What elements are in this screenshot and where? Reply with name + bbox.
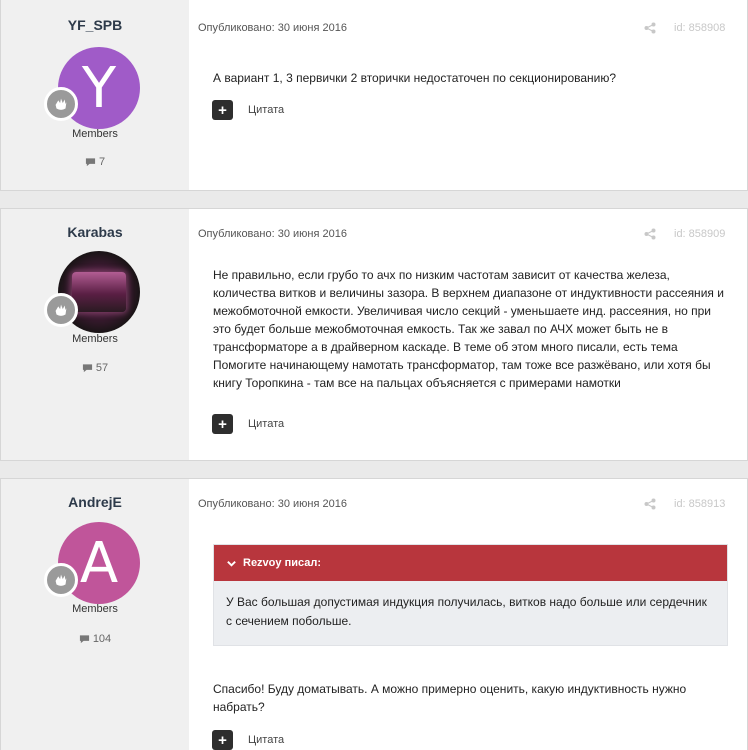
avatar-photo: [72, 272, 126, 312]
post-count: 104: [1, 633, 189, 645]
quote-button[interactable]: Цитата: [248, 418, 284, 430]
comment-icon: [82, 364, 92, 373]
post: Karabas Members 57 Опубликовано: 30 июня…: [0, 208, 748, 461]
post-count-value: 57: [95, 362, 109, 374]
author-name[interactable]: Karabas: [1, 224, 189, 240]
comment-icon: [85, 158, 96, 167]
post-count-value: 7: [98, 156, 106, 168]
quoted-author: Rezvoy писал:: [243, 557, 321, 569]
author-panel: AndrejE A Members 104: [1, 479, 189, 750]
author-name[interactable]: AndrejE: [1, 494, 189, 510]
avatar-letter: A: [79, 530, 119, 596]
comment-icon: [79, 635, 89, 644]
multiquote-button[interactable]: +: [212, 730, 233, 750]
author-panel: YF_SPB Y Members 7: [1, 0, 189, 190]
quote-button[interactable]: Цитата: [248, 104, 284, 116]
author-group: Members: [72, 128, 118, 140]
author-panel: Karabas Members 57: [1, 209, 189, 460]
rank-badge-icon: [44, 293, 78, 327]
author-group: Members: [72, 333, 118, 345]
avatar-letter: Y: [81, 55, 117, 121]
post-date[interactable]: Опубликовано: 30 июня 2016: [198, 228, 347, 240]
post-count: 57: [1, 362, 189, 374]
author-group: Members: [72, 603, 118, 615]
post-date[interactable]: Опубликовано: 30 июня 2016: [198, 498, 347, 510]
author-name[interactable]: YF_SPB: [1, 17, 189, 33]
chevron-down-icon: [227, 560, 236, 567]
hand-icon: [55, 304, 67, 316]
multiquote-button[interactable]: +: [212, 100, 233, 120]
rank-badge-icon: [44, 563, 78, 597]
post: YF_SPB Y Members 7 Опубликовано: 30 июня…: [0, 0, 748, 191]
post-count-value: 104: [92, 633, 112, 645]
hand-icon: [55, 574, 67, 586]
post-id[interactable]: id: 858909: [674, 228, 725, 240]
blockquote: Rezvoy писал: У Вас большая допустимая и…: [213, 544, 728, 646]
post: AndrejE A Members 104 Опубликовано: 30 и…: [0, 478, 748, 750]
blockquote-text: У Вас большая допустимая индукция получи…: [226, 595, 707, 628]
post-content: Спасибо! Буду доматывать. А можно пример…: [213, 682, 687, 714]
share-icon[interactable]: [644, 228, 656, 240]
hand-icon: [55, 98, 67, 110]
share-icon[interactable]: [644, 498, 656, 510]
multiquote-button[interactable]: +: [212, 414, 233, 434]
post-content: А вариант 1, 3 первички 2 вторички недос…: [213, 71, 617, 85]
post-id[interactable]: id: 858913: [674, 498, 725, 510]
rank-badge-icon: [44, 87, 78, 121]
post-content: Не правильно, если грубо то ачх по низки…: [213, 268, 724, 390]
share-icon[interactable]: [644, 22, 656, 34]
post-date[interactable]: Опубликовано: 30 июня 2016: [198, 22, 347, 34]
post-count: 7: [1, 156, 189, 168]
blockquote-header[interactable]: Rezvoy писал:: [214, 545, 727, 581]
post-id[interactable]: id: 858908: [674, 22, 725, 34]
quote-button[interactable]: Цитата: [248, 734, 284, 746]
